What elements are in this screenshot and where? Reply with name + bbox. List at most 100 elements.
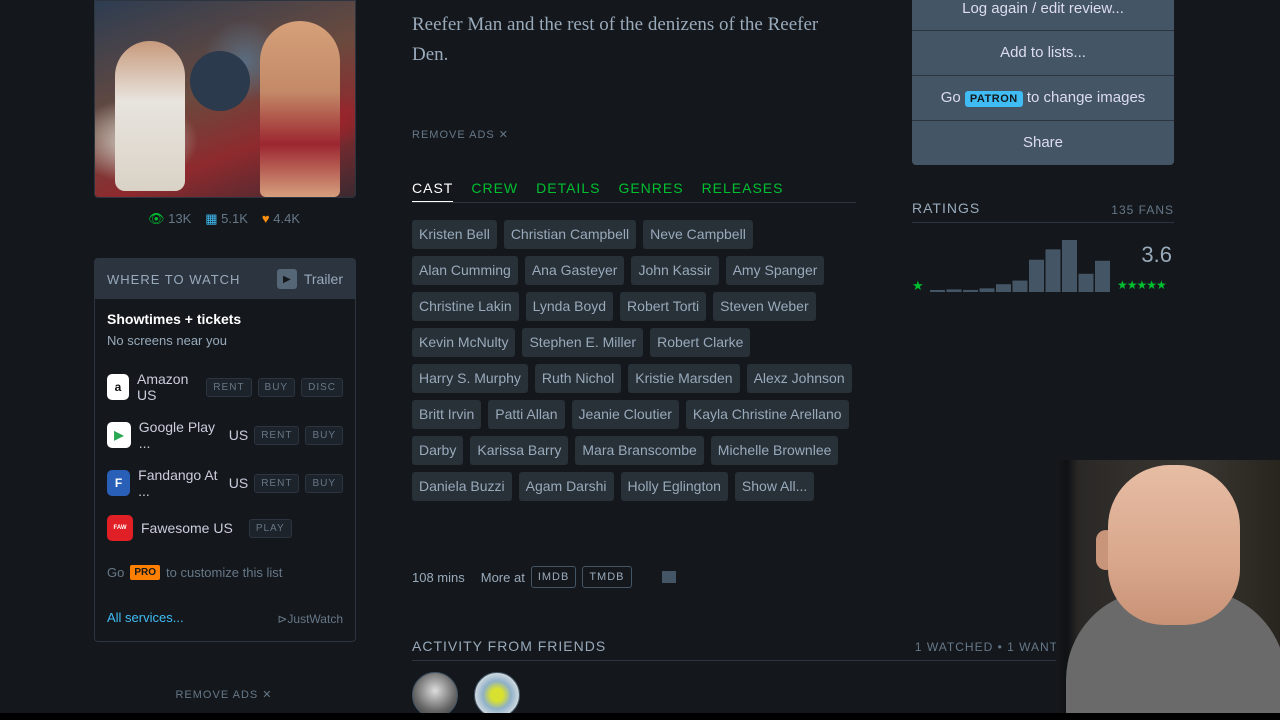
cast-member-chip[interactable]: Alexz Johnson	[746, 364, 852, 393]
histogram-bar[interactable]	[1012, 280, 1028, 292]
runtime: 108 mins	[412, 569, 465, 585]
histogram-bar[interactable]	[979, 288, 995, 292]
cast-member-chip[interactable]: Michelle Brownlee	[710, 436, 839, 465]
flag-icon[interactable]	[661, 571, 676, 583]
ratings-title: RATINGS	[912, 200, 981, 216]
avatar[interactable]	[412, 672, 458, 718]
fans-count[interactable]: 135 FANS	[1111, 203, 1174, 217]
cast-member-chip[interactable]: John Kassir	[631, 256, 719, 285]
film-poster[interactable]	[94, 0, 356, 198]
histogram-bar[interactable]	[963, 289, 978, 292]
lists-stat[interactable]: ▦ 5.1K	[205, 211, 248, 227]
eye-icon: 👁	[147, 211, 165, 226]
grid-icon: ▦	[205, 211, 218, 226]
rent-tag[interactable]: RENT	[254, 473, 300, 493]
histogram-bar[interactable]	[1045, 249, 1061, 292]
cast-member-chip[interactable]: Christine Lakin	[412, 292, 519, 321]
histogram-bar[interactable]	[1078, 273, 1094, 292]
histogram-bar[interactable]	[930, 290, 945, 292]
patron-change-images[interactable]: Go PATRON to change images	[912, 76, 1174, 121]
fandango-icon: F	[107, 470, 131, 496]
cast-member-chip[interactable]: Robert Torti	[620, 292, 707, 321]
cast-member-chip[interactable]: Steven Weber	[713, 292, 816, 321]
heart-icon: ♥	[261, 211, 270, 226]
play-tag[interactable]: PLAY	[248, 518, 292, 538]
histogram-bar[interactable]	[996, 284, 1011, 292]
cast-member-chip[interactable]: Mara Branscombe	[575, 436, 704, 465]
tab-genres[interactable]: GENRES	[618, 180, 683, 202]
cast-member-chip[interactable]: Lynda Boyd	[525, 292, 614, 321]
cast-member-chip[interactable]: Stephen E. Miller	[522, 328, 644, 357]
remove-ads-link[interactable]: REMOVE ADS ✕	[94, 688, 354, 701]
cast-member-chip[interactable]: Kayla Christine Arellano	[685, 400, 849, 429]
avatar[interactable]	[474, 672, 520, 718]
histogram-bar[interactable]	[1062, 240, 1077, 292]
where-to-watch-panel: WHERE TO WATCH ▶ Trailer Showtimes + tic…	[94, 258, 356, 642]
show-all-cast-button[interactable]: Show All...	[734, 472, 815, 501]
film-actions-panel: Log again / edit review... Add to lists.…	[912, 0, 1174, 165]
histogram-bar[interactable]	[1095, 260, 1110, 292]
bottom-bar	[0, 713, 1280, 720]
add-to-lists-button[interactable]: Add to lists...	[912, 31, 1174, 76]
poster-figure	[190, 51, 250, 111]
cast-member-chip[interactable]: Britt Irvin	[412, 400, 482, 429]
justwatch-link[interactable]: ⊳JustWatch	[277, 612, 343, 626]
service-row[interactable]: ▶ Google Play ... US RENT BUY	[107, 419, 343, 451]
ratings-histogram[interactable]	[930, 238, 1110, 292]
disc-tag[interactable]: DISC	[301, 377, 343, 397]
service-row[interactable]: FAW Fawesome US PLAY	[107, 515, 343, 541]
all-services-link[interactable]: All services...	[107, 610, 184, 625]
tab-cast[interactable]: CAST	[412, 180, 454, 202]
cast-member-chip[interactable]: Daniela Buzzi	[412, 472, 512, 501]
cast-member-chip[interactable]: Jeanie Cloutier	[571, 400, 679, 429]
cast-member-chip[interactable]: Ana Gasteyer	[524, 256, 625, 285]
histogram-bar[interactable]	[1029, 259, 1044, 292]
cast-member-chip[interactable]: Christian Campbell	[503, 220, 637, 249]
cast-member-chip[interactable]: Robert Clarke	[650, 328, 751, 357]
cast-member-chip[interactable]: Ruth Nichol	[534, 364, 622, 393]
pro-badge: PRO	[130, 565, 161, 580]
cast-member-chip[interactable]: Holly Eglington	[620, 472, 728, 501]
rent-tag[interactable]: RENT	[206, 377, 252, 397]
cast-member-chip[interactable]: Harry S. Murphy	[412, 364, 528, 393]
cast-member-chip[interactable]: Kevin McNulty	[412, 328, 516, 357]
trailer-button[interactable]: ▶ Trailer	[276, 269, 343, 289]
cast-member-chip[interactable]: Agam Darshi	[518, 472, 614, 501]
film-stats: 👁 13K ▦ 5.1K ♥ 4.4K	[94, 211, 354, 227]
cast-member-chip[interactable]: Patti Allan	[488, 400, 565, 429]
activity-title[interactable]: ACTIVITY FROM FRIENDS	[412, 638, 606, 654]
tab-details[interactable]: DETAILS	[536, 180, 600, 202]
cast-member-chip[interactable]: Kristie Marsden	[628, 364, 740, 393]
where-to-watch-title: WHERE TO WATCH	[107, 271, 241, 287]
remove-ads-link[interactable]: REMOVE ADS ✕	[412, 128, 509, 141]
service-row[interactable]: a Amazon US RENT BUY DISC	[107, 371, 343, 403]
histogram-bar[interactable]	[946, 289, 962, 292]
cast-member-chip[interactable]: Alan Cumming	[412, 256, 518, 285]
activity-summary: 1 WATCHED • 1 WANT	[914, 640, 1058, 654]
buy-tag[interactable]: BUY	[257, 377, 296, 397]
cast-member-chip[interactable]: Amy Spanger	[725, 256, 825, 285]
patron-badge: PATRON	[964, 91, 1023, 107]
synopsis-text: Reefer Man and the rest of the denizens …	[412, 14, 819, 65]
cast-member-chip[interactable]: Kristen Bell	[412, 220, 497, 249]
cast-member-chip[interactable]: Neve Campbell	[643, 220, 753, 249]
rent-tag[interactable]: RENT	[254, 425, 300, 445]
tmdb-button[interactable]: TMDB	[582, 566, 632, 588]
likes-stat[interactable]: ♥ 4.4K	[262, 211, 300, 227]
cast-list: Kristen Bell Christian Campbell Neve Campb…	[412, 220, 862, 501]
cast-member-chip[interactable]: Karissa Barry	[470, 436, 569, 465]
log-again-button[interactable]: Log again / edit review...	[912, 0, 1174, 31]
cast-member-chip[interactable]: Darby	[412, 436, 464, 465]
share-button[interactable]: Share	[912, 121, 1174, 165]
imdb-button[interactable]: IMDB	[530, 566, 577, 588]
buy-tag[interactable]: BUY	[305, 425, 343, 445]
average-rating[interactable]: 3.6	[1122, 242, 1172, 268]
watched-stat[interactable]: 👁 13K	[148, 211, 191, 227]
buy-tag[interactable]: BUY	[305, 473, 343, 493]
showtimes-link[interactable]: Showtimes + tickets No screens near you	[95, 299, 355, 348]
tab-crew[interactable]: CREW	[471, 180, 518, 202]
go-pro-customize[interactable]: Go PRO to customize this list	[107, 565, 282, 580]
service-row[interactable]: F Fandango At ... US RENT BUY	[107, 467, 343, 499]
justwatch-icon: ⊳	[277, 612, 288, 626]
tab-releases[interactable]: RELEASES	[702, 180, 784, 202]
